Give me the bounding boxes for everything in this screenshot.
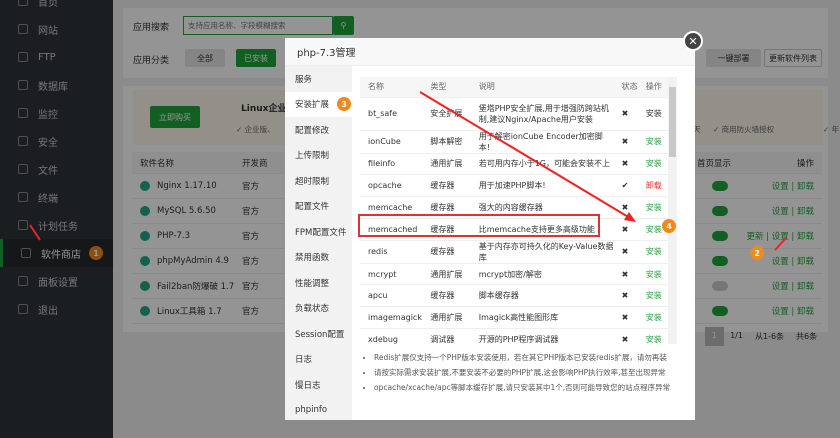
arrow-head: [624, 212, 636, 222]
arrow-to-install: [419, 91, 631, 219]
annotation-arrows: [29, 91, 787, 251]
arrow-to-store: [29, 224, 41, 241]
arrow-to-settings: [774, 237, 787, 251]
